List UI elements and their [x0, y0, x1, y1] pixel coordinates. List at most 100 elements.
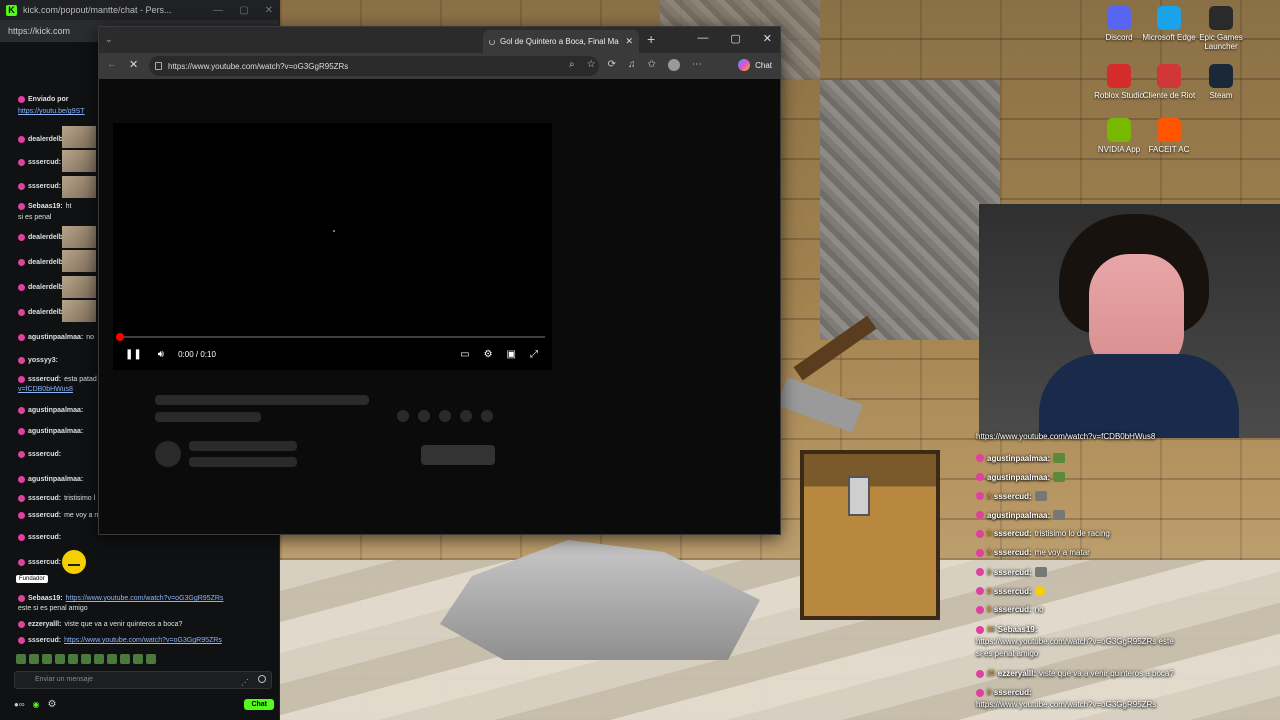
extension-icon[interactable]: ⟳ [608, 59, 616, 71]
volume-icon[interactable]: 🔊︎ [158, 349, 164, 360]
emote[interactable] [120, 654, 130, 664]
chat-link[interactable]: https://www.youtube.com/watch?v=oG3GgR95… [64, 637, 222, 644]
desktop-icon-label: Microsoft Edge [1142, 33, 1196, 42]
users-icon[interactable]: ●∞ [14, 700, 25, 709]
emote[interactable] [81, 654, 91, 664]
emote-button-icon[interactable]: ⋰ [241, 675, 249, 691]
roblox-studio-desktop-icon[interactable]: Roblox Studio [1092, 64, 1146, 100]
user-badge-icon [18, 334, 25, 341]
faceit-icon [1157, 118, 1181, 142]
overlay-chat-text: https://www.youtube.com/watch?v=fCDB0bHW… [976, 432, 1156, 441]
tab-bar: ⌄ Gol de Quintero a Boca, Final Ma ✕ + —… [99, 27, 780, 53]
favorites-icon[interactable]: ✩ [647, 59, 655, 71]
lock-icon[interactable] [155, 62, 162, 70]
chat-titlebar: K kick.com/popout/mantte/chat - Pers... … [0, 0, 279, 20]
chat-username[interactable]: Enviado por [28, 96, 68, 103]
back-arrow-icon[interactable]: ← [107, 59, 117, 70]
emote[interactable] [55, 654, 65, 664]
edge-desktop-icon[interactable]: Microsoft Edge [1142, 6, 1196, 42]
chat-username[interactable]: sssercud: [28, 512, 61, 519]
riot-client-desktop-icon[interactable]: Cliente de Riot [1142, 64, 1196, 100]
chat-username[interactable]: sssercud: [28, 637, 61, 644]
user-badge-icon [18, 451, 25, 458]
sub-month-badge: 25 [987, 670, 995, 677]
favorite-star-icon[interactable]: ☆ [587, 59, 596, 71]
nvidia-icon [1107, 118, 1131, 142]
stop-loading-icon[interactable]: ✕ [129, 58, 138, 71]
chat-username[interactable]: sssercud: [28, 534, 61, 541]
minimize-icon[interactable]: — [697, 32, 708, 45]
overlay-chat-text: viste que va a venir quinteros a boca? [1039, 669, 1174, 678]
chat-username[interactable]: sssercud: [28, 451, 61, 458]
discord-desktop-icon[interactable]: Discord [1092, 6, 1146, 42]
emote[interactable] [146, 654, 156, 664]
chat-username[interactable]: sssercud: [28, 376, 61, 383]
fullscreen-icon[interactable]: ⤢ [530, 349, 538, 360]
epic-games-desktop-icon[interactable]: Epic Games Launcher [1194, 6, 1248, 51]
chat-username[interactable]: sssercud: [28, 159, 61, 166]
theater-mode-icon[interactable]: ▣ [507, 349, 516, 360]
emote[interactable] [42, 654, 52, 664]
chat-username[interactable]: yossyy3: [28, 357, 58, 364]
emote[interactable] [68, 654, 78, 664]
chat-link[interactable]: v=fCDB0bHWus8 [18, 386, 73, 393]
subtitles-icon[interactable]: ▭ [460, 349, 469, 360]
skeleton-line [189, 457, 297, 467]
overlay-chat-text: https://www.youtube.com/watch?v=oG3GgR95… [976, 700, 1157, 709]
user-badge-icon [18, 476, 25, 483]
emote[interactable] [107, 654, 117, 664]
chat-message: Enviado por [18, 96, 68, 103]
riot-client-icon [1157, 64, 1181, 88]
chat-username[interactable]: agustinpaalmaa: [28, 334, 83, 341]
tab-actions-chevron-icon[interactable]: ⌄ [105, 34, 113, 45]
emote-picker-row[interactable] [16, 654, 156, 664]
emote[interactable] [16, 654, 26, 664]
zoom-icon[interactable]: ⌕ [569, 59, 575, 71]
overlay-username: sssercud: [993, 688, 1032, 697]
emote[interactable] [29, 654, 39, 664]
progress-knob[interactable] [116, 333, 124, 341]
tab-youtube-video[interactable]: Gol de Quintero a Boca, Final Ma ✕ [483, 30, 639, 53]
emoji-icon[interactable] [258, 675, 266, 683]
sub-month-badge: 3 [987, 689, 991, 696]
more-menu-icon[interactable]: ⋯ [692, 59, 702, 71]
tab-close-icon[interactable]: ✕ [625, 36, 633, 47]
kick-green-icon[interactable]: ◉ [33, 700, 40, 709]
chat-username[interactable]: Sebaas19: [28, 595, 63, 602]
chat-username[interactable]: sssercud: [28, 559, 61, 566]
chat-link[interactable]: https://www.youtube.com/watch?v=oG3GgR95… [66, 595, 224, 602]
new-tab-plus-icon[interactable]: + [647, 31, 655, 47]
settings-gear-icon[interactable]: ⚙ [484, 349, 493, 360]
steam-desktop-icon[interactable]: Steam [1194, 64, 1248, 100]
profile-avatar[interactable] [667, 59, 680, 71]
video-progress-bar[interactable] [116, 333, 545, 341]
chat-message-input[interactable]: Enviar un mensaje ⋰ [14, 671, 272, 689]
maximize-icon[interactable]: ▢ [239, 5, 248, 16]
chat-link[interactable]: https://youtu.be/g9ST [18, 108, 85, 115]
address-bar[interactable]: https://www.youtube.com/watch?v=oG3GgR95… [149, 56, 599, 76]
copilot-chat-button[interactable]: Chat [738, 59, 772, 71]
maximize-icon[interactable]: ▢ [730, 32, 740, 45]
minimize-icon[interactable]: — [213, 5, 223, 16]
chat-username[interactable]: agustinpaalmaa: [28, 428, 83, 435]
close-icon[interactable]: ✕ [265, 5, 273, 16]
kick-logo-icon: K [6, 4, 17, 16]
video-player[interactable]: ❚❚ 🔊︎ 0:00 / 0:10 ▭ ⚙ ▣ ⤢ [113, 123, 552, 370]
emote[interactable] [94, 654, 104, 664]
chat-username[interactable]: agustinpaalmaa: [28, 407, 83, 414]
gear-icon[interactable]: ⚙ [48, 699, 57, 710]
chat-username[interactable]: sssercud: [28, 495, 61, 502]
chat-send-button[interactable]: Chat [244, 698, 274, 710]
steam-icon [1209, 64, 1233, 88]
chat-username[interactable]: Sebaas19: [28, 203, 63, 210]
chat-username[interactable]: agustinpaalmaa: [28, 476, 83, 483]
nvidia-app-desktop-icon[interactable]: NVIDIA App [1092, 118, 1146, 154]
close-icon[interactable]: ✕ [763, 32, 772, 45]
emote[interactable] [133, 654, 143, 664]
faceit-desktop-icon[interactable]: FACEIT AC [1142, 118, 1196, 154]
chat-bottom-bar: ●∞ ◉ ⚙ Chat [14, 696, 274, 712]
chat-username[interactable]: ezzeryalll: [28, 621, 61, 628]
chat-username[interactable]: sssercud: [28, 183, 61, 190]
pause-icon[interactable]: ❚❚ [125, 349, 142, 360]
media-icon[interactable]: ♫ [628, 59, 636, 71]
